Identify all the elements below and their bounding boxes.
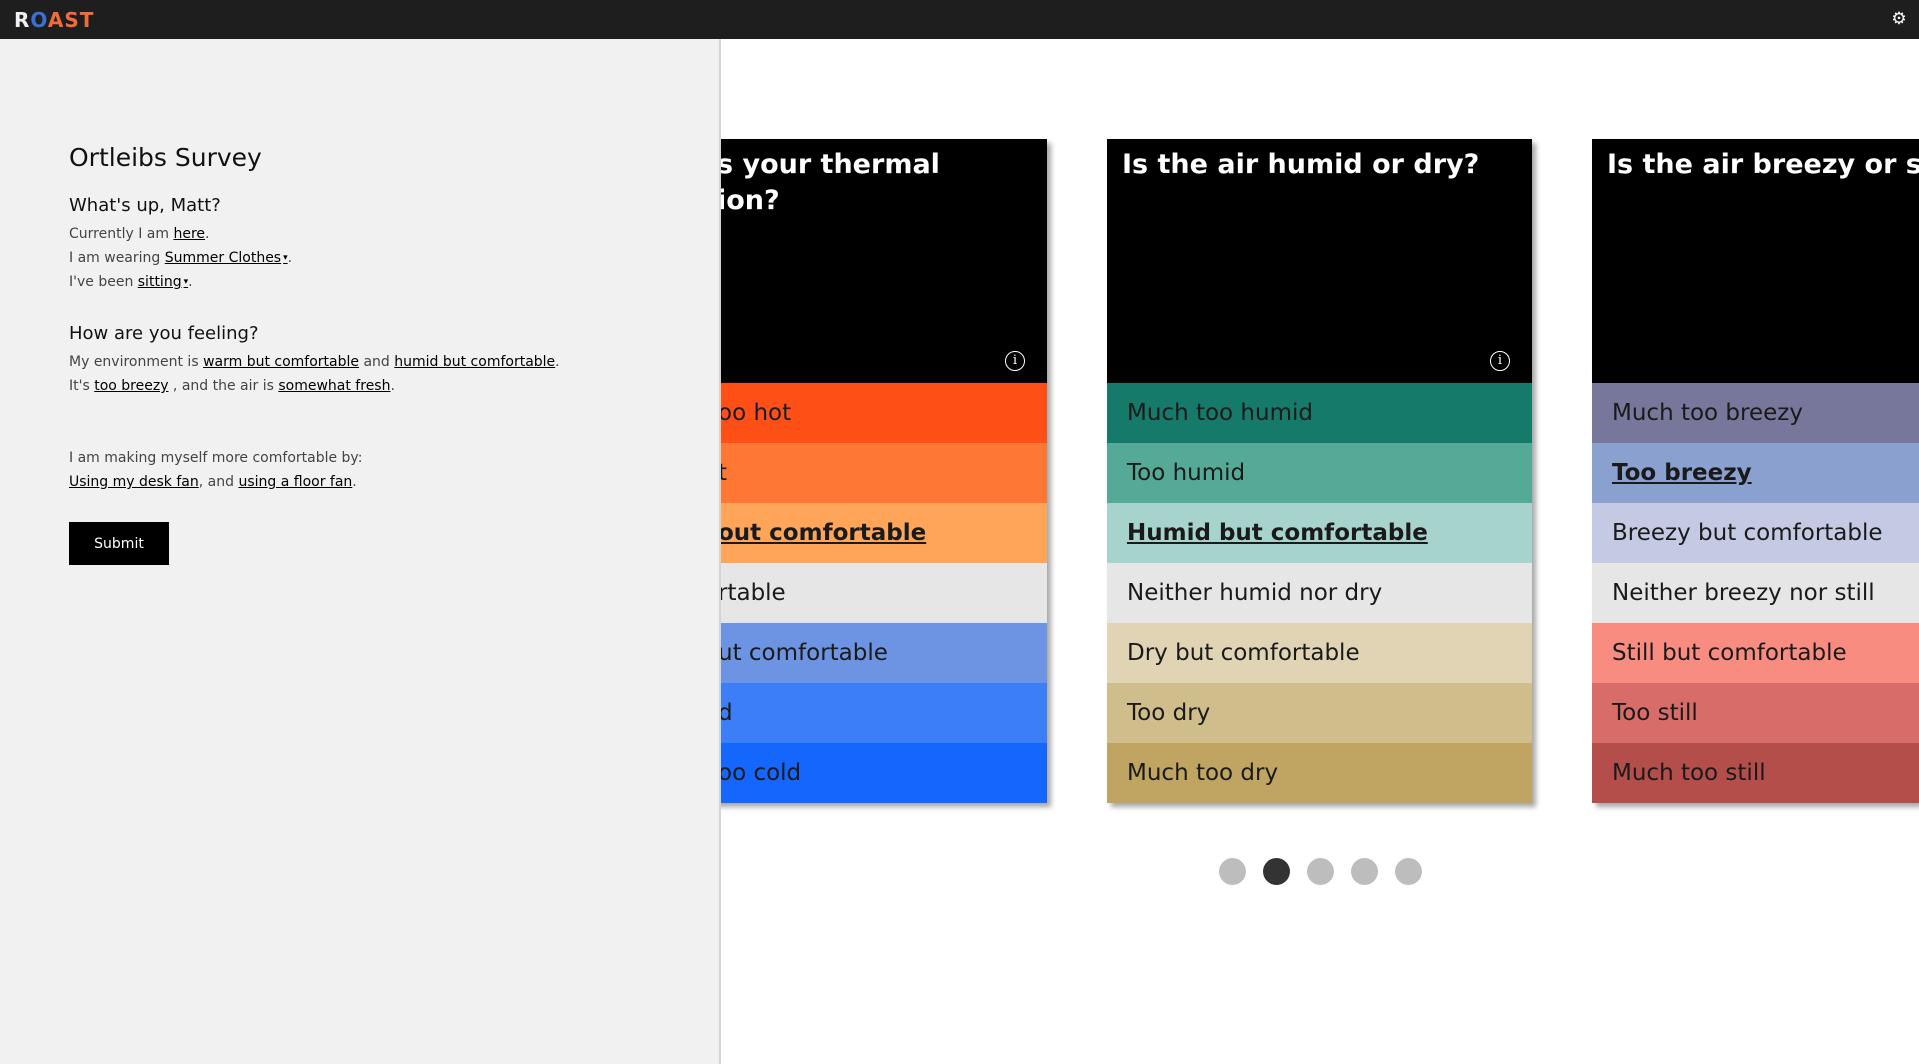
- survey-sidebar: Ortleibs Survey What's up, Matt? Current…: [0, 39, 721, 1064]
- environment-line: My environment is warm but comfortable a…: [69, 354, 560, 370]
- breeze-option[interactable]: Still but comfortable: [1592, 623, 1919, 683]
- carousel-dot[interactable]: [1307, 858, 1334, 885]
- desk-fan-link[interactable]: Using my desk fan: [69, 474, 199, 490]
- location-link[interactable]: here: [173, 226, 205, 242]
- comfort-prompt: I am making myself more comfortable by:: [69, 450, 363, 466]
- info-icon[interactable]: i: [1005, 351, 1025, 371]
- location-line: Currently I am here.: [69, 226, 210, 242]
- humidity-option[interactable]: Much too humid: [1107, 383, 1532, 443]
- carousel-dot[interactable]: [1351, 858, 1378, 885]
- humidity-option[interactable]: Too humid: [1107, 443, 1532, 503]
- air-line: It's too breezy , and the air is somewha…: [69, 378, 395, 394]
- breeze-option[interactable]: Much too breezy: [1592, 383, 1919, 443]
- card-header: Is the air breezy or still?: [1592, 139, 1919, 383]
- survey-title: Ortleibs Survey: [69, 143, 262, 172]
- breeze-option[interactable]: Much too still: [1592, 743, 1919, 803]
- carousel-dot[interactable]: [1395, 858, 1422, 885]
- breeze-option[interactable]: Too breezy: [1592, 443, 1919, 503]
- floor-fan-link[interactable]: using a floor fan: [238, 474, 352, 490]
- breeze-option[interactable]: Too still: [1592, 683, 1919, 743]
- breeze-option[interactable]: Neither breezy nor still: [1592, 563, 1919, 623]
- roast-logo[interactable]: ROAST: [14, 8, 94, 32]
- card-question: Is the air breezy or still?: [1607, 149, 1919, 180]
- humidity-card: Is the air humid or dry? i Much too humi…: [1107, 139, 1532, 803]
- info-icon[interactable]: i: [1490, 351, 1510, 371]
- thermal-link[interactable]: warm but comfortable: [203, 354, 359, 370]
- feeling-heading: How are you feeling?: [69, 323, 259, 344]
- comfort-actions-line: Using my desk fan, and using a floor fan…: [69, 474, 357, 490]
- carousel-dot[interactable]: [1263, 858, 1290, 885]
- card-header: Is the air humid or dry? i: [1107, 139, 1532, 383]
- card-question: Is the air humid or dry?: [1122, 149, 1480, 180]
- humidity-option[interactable]: Much too dry: [1107, 743, 1532, 803]
- breeze-option[interactable]: Breezy but comfortable: [1592, 503, 1919, 563]
- activity-line: I've been sitting ▾.: [69, 274, 193, 290]
- breeze-link[interactable]: too breezy: [94, 378, 168, 394]
- humidity-link[interactable]: humid but comfortable: [394, 354, 555, 370]
- carousel-dot[interactable]: [1219, 858, 1246, 885]
- top-bar: ROAST ⚙: [0, 0, 1919, 39]
- breeze-card: Is the air breezy or still? Much too bre…: [1592, 139, 1919, 803]
- clothing-line: I am wearing Summer Clothes ▾.: [69, 250, 293, 266]
- freshness-link[interactable]: somewhat fresh: [278, 378, 390, 394]
- gear-icon[interactable]: ⚙: [1889, 9, 1909, 29]
- submit-button[interactable]: Submit: [69, 522, 169, 565]
- greeting: What's up, Matt?: [69, 195, 221, 216]
- humidity-option[interactable]: Humid but comfortable: [1107, 503, 1532, 563]
- clothing-dropdown[interactable]: Summer Clothes ▾: [165, 250, 288, 266]
- activity-dropdown[interactable]: sitting ▾: [138, 274, 188, 290]
- humidity-option[interactable]: Too dry: [1107, 683, 1532, 743]
- humidity-option[interactable]: Dry but comfortable: [1107, 623, 1532, 683]
- humidity-option[interactable]: Neither humid nor dry: [1107, 563, 1532, 623]
- card-question: s your thermal ion?: [717, 149, 940, 216]
